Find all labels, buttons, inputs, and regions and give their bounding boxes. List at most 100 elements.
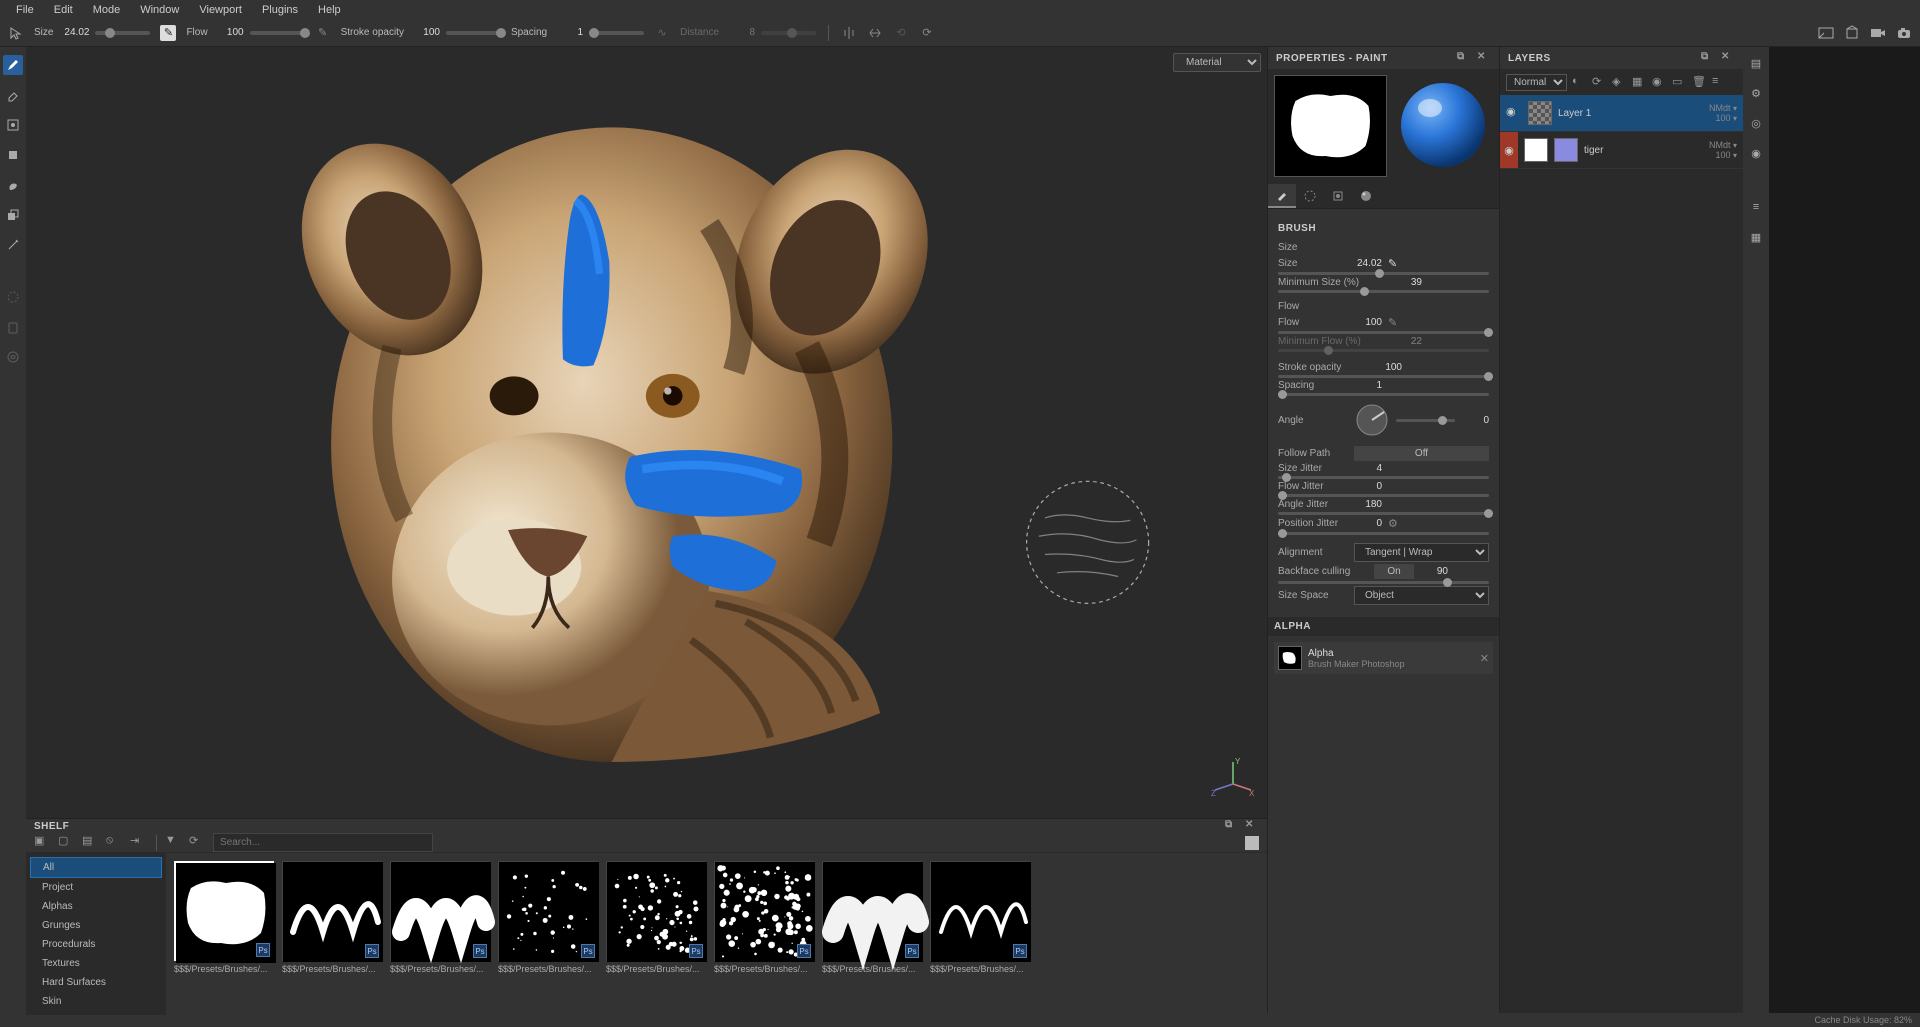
- material-channel-dropdown[interactable]: Material: [1173, 53, 1261, 72]
- smudge-tool[interactable]: [3, 175, 23, 195]
- link-icon[interactable]: ⟲: [893, 25, 909, 41]
- shelf-cat-skin[interactable]: Skin: [30, 992, 162, 1011]
- shelf-cat-all[interactable]: All: [30, 857, 162, 878]
- material-sphere-preview[interactable]: [1393, 75, 1493, 175]
- layers-popout-icon[interactable]: ⧉: [1701, 51, 1715, 65]
- brush-preset[interactable]: Ps$$$/Presets/Brushes/...: [606, 861, 706, 1007]
- layer-menu-icon[interactable]: ≡: [1712, 75, 1727, 90]
- shelf-import-icon[interactable]: ⇥: [130, 834, 148, 852]
- spacing-value[interactable]: 1: [553, 27, 583, 38]
- shelf-hide-icon[interactable]: ⦸: [106, 834, 124, 852]
- texture-set-list-icon[interactable]: ▤: [1746, 53, 1766, 73]
- shelf-folder-icon[interactable]: ▣: [34, 834, 52, 852]
- backface-toggle[interactable]: On: [1374, 564, 1414, 579]
- brush-preset[interactable]: Ps$$$/Presets/Brushes/...: [390, 861, 490, 1007]
- layers-close-icon[interactable]: ✕: [1721, 51, 1735, 65]
- shelf-cat-alphas[interactable]: Alphas: [30, 897, 162, 916]
- shelf-cat-grunges[interactable]: Grunges: [30, 916, 162, 935]
- brush-preset[interactable]: Ps$$$/Presets/Brushes/...: [822, 861, 922, 1007]
- flow-slider-prop[interactable]: [1278, 331, 1489, 334]
- reset-icon[interactable]: ⟳: [919, 25, 935, 41]
- layer-tiger[interactable]: ◉ tiger NMdt ▾ 100 ▾: [1500, 132, 1743, 169]
- size-slider-prop[interactable]: [1278, 272, 1489, 275]
- shelf-cat-hard-surfaces[interactable]: Hard Surfaces: [30, 973, 162, 992]
- size-value[interactable]: 24.02: [59, 27, 89, 38]
- camera-icon[interactable]: [1870, 25, 1886, 41]
- projection-tool[interactable]: [3, 115, 23, 135]
- flow-value[interactable]: 100: [214, 27, 244, 38]
- alpha-preview[interactable]: [1274, 75, 1387, 177]
- menu-mode[interactable]: Mode: [83, 4, 131, 16]
- alignment-dropdown[interactable]: Tangent | Wrap: [1354, 543, 1489, 562]
- min-size-value[interactable]: 39: [1394, 277, 1422, 288]
- menu-window[interactable]: Window: [130, 4, 189, 16]
- shelf-filter-icon[interactable]: ▼: [165, 834, 183, 852]
- viewport-3d[interactable]: Material: [26, 47, 1267, 818]
- shelf-reload-icon[interactable]: ⟳: [189, 834, 207, 852]
- pressure-flow-icon[interactable]: ✎: [315, 25, 331, 41]
- layer-layer1[interactable]: ◉ Layer 1 NMdt ▾ 100 ▾: [1500, 95, 1743, 132]
- blend-mode-dropdown[interactable]: Normal: [1506, 74, 1567, 91]
- polygon-fill-tool[interactable]: [3, 145, 23, 165]
- angle-value[interactable]: 0: [1461, 415, 1489, 426]
- shelf-popout-icon[interactable]: ⧉: [1225, 819, 1239, 833]
- layer-channels[interactable]: NMdt ▾: [1709, 103, 1737, 113]
- alpha-remove-icon[interactable]: ✕: [1480, 652, 1489, 665]
- perspective-icon[interactable]: [1818, 25, 1834, 41]
- layer-name[interactable]: Layer 1: [1558, 108, 1703, 119]
- add-layer-icon[interactable]: ◈: [1612, 75, 1627, 90]
- size-jitter-slider[interactable]: [1278, 476, 1489, 479]
- layer-channels[interactable]: NMdt ▾: [1709, 140, 1737, 150]
- display-settings-icon[interactable]: ◎: [1746, 113, 1766, 133]
- visibility-icon[interactable]: ◉: [1500, 132, 1518, 168]
- stencil-tab[interactable]: [1324, 184, 1352, 208]
- angle-slider[interactable]: [1396, 419, 1455, 422]
- add-fill-icon[interactable]: ▦: [1632, 75, 1647, 90]
- menu-plugins[interactable]: Plugins: [252, 4, 308, 16]
- shelf-cat-textures[interactable]: Textures: [30, 954, 162, 973]
- backface-slider[interactable]: [1278, 581, 1489, 584]
- eraser-tool[interactable]: [3, 85, 23, 105]
- menu-file[interactable]: File: [6, 4, 44, 16]
- menu-viewport[interactable]: Viewport: [189, 4, 252, 16]
- pen-pressure-size-icon[interactable]: ✎: [1388, 257, 1402, 270]
- pen-pressure-flow-icon[interactable]: ✎: [1388, 316, 1402, 329]
- alpha-tab[interactable]: [1296, 184, 1324, 208]
- texture-set-settings-icon[interactable]: ⚙: [1746, 83, 1766, 103]
- alpha-thumb[interactable]: [1278, 646, 1302, 670]
- clone-tool[interactable]: [3, 205, 23, 225]
- size-space-dropdown[interactable]: Object: [1354, 586, 1489, 605]
- jitter-settings-icon[interactable]: ⚙: [1388, 517, 1402, 530]
- add-folder-icon[interactable]: ▭: [1672, 75, 1687, 90]
- brush-preset[interactable]: Ps$$$/Presets/Brushes/...: [498, 861, 598, 1007]
- brush-preset[interactable]: Ps$$$/Presets/Brushes/...: [714, 861, 814, 1007]
- size-slider[interactable]: [95, 31, 150, 35]
- visibility-icon[interactable]: ◉: [1506, 105, 1522, 121]
- layer-thumb[interactable]: [1554, 138, 1578, 162]
- layer-name[interactable]: tiger: [1584, 145, 1703, 156]
- shelf-save-icon[interactable]: ▤: [82, 834, 100, 852]
- delete-layer-icon[interactable]: 🗑: [1692, 75, 1707, 90]
- position-jitter-value[interactable]: 0: [1354, 518, 1382, 529]
- follow-path-toggle[interactable]: Off: [1354, 446, 1489, 461]
- layer-mask-thumb[interactable]: [1524, 138, 1548, 162]
- spacing-slider[interactable]: [589, 31, 644, 35]
- geometry-decal-icon[interactable]: [3, 287, 23, 307]
- layer-opacity[interactable]: 100: [1715, 150, 1730, 160]
- material-tab[interactable]: [1352, 184, 1380, 208]
- menu-edit[interactable]: Edit: [44, 4, 83, 16]
- mirror-icon[interactable]: [867, 25, 883, 41]
- spacing-value-p[interactable]: 1: [1354, 380, 1382, 391]
- stroke-opacity-slider[interactable]: [446, 31, 501, 35]
- axis-gizmo[interactable]: Y X Z: [1211, 756, 1255, 800]
- shelf-cat-procedurals[interactable]: Procedurals: [30, 935, 162, 954]
- props-close-icon[interactable]: ✕: [1477, 51, 1491, 65]
- lazy-mouse-icon[interactable]: ∿: [654, 25, 670, 41]
- position-jitter-slider[interactable]: [1278, 532, 1489, 535]
- stroke-op-value[interactable]: 100: [1374, 362, 1402, 373]
- flow-value-p[interactable]: 100: [1354, 317, 1382, 328]
- shelf-cat-project[interactable]: Project: [30, 878, 162, 897]
- baking-icon[interactable]: [3, 317, 23, 337]
- shelf-search-input[interactable]: [213, 833, 433, 852]
- cursor-icon[interactable]: [8, 25, 24, 41]
